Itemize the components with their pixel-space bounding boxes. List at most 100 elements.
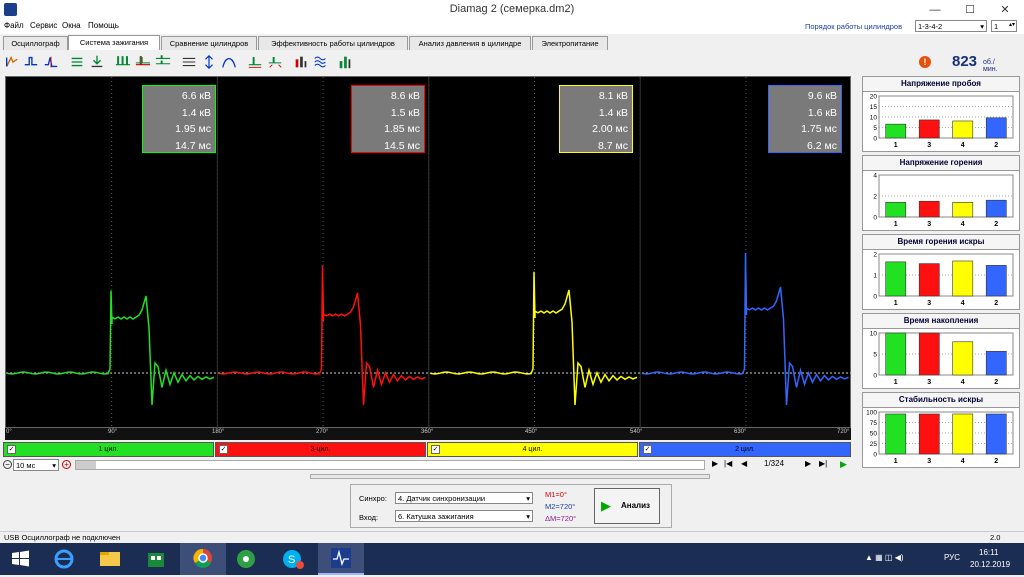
cylinder-checkbox[interactable]: ✓: [7, 445, 16, 454]
x-tick-label: 3: [927, 458, 931, 465]
tab-ignition-system[interactable]: Система зажигания: [68, 35, 160, 50]
info-box-cylinder-4: 8.1 кВ 1.4 кВ 2.00 мс 8.7 мс: [559, 85, 633, 153]
degree-label: 540°: [630, 429, 643, 435]
lines-icon[interactable]: [180, 53, 198, 71]
radio-app-icon[interactable]: [226, 545, 266, 573]
cylinder-toggle-2[interactable]: ✓ 2 цил.: [639, 442, 851, 457]
zoom-out-icon[interactable]: −: [3, 460, 12, 469]
cylinder-label: 2 цил.: [735, 446, 755, 453]
chevron-down-icon: ▾: [52, 461, 56, 470]
cylinder-checkbox[interactable]: ✓: [219, 445, 228, 454]
first-frame-icon[interactable]: |◀: [724, 459, 732, 468]
zoom-in-icon[interactable]: +: [62, 460, 71, 469]
tab-cylinder-efficiency[interactable]: Эффективность работы цилиндров: [258, 36, 408, 50]
cylinder-number-value: 1: [994, 22, 999, 31]
y-tick-label: 50: [870, 431, 878, 438]
clock-date[interactable]: 20.12.2019: [970, 560, 1010, 569]
scroll-right-icon[interactable]: ▶: [712, 459, 718, 468]
parade-view-icon[interactable]: [114, 53, 132, 71]
cylinder-toggle-4[interactable]: ✓ 4 цил.: [427, 442, 638, 457]
scrollbar-thumb[interactable]: [76, 461, 96, 469]
x-tick-label: 2: [994, 142, 998, 149]
tab-cylinder-pressure[interactable]: Анализ давления в цилиндре: [409, 36, 531, 50]
file-explorer-icon[interactable]: [90, 545, 130, 573]
analyze-button[interactable]: ▶ Анализ: [594, 488, 660, 524]
taskbar: S ▲ ▦ ◫ ◀) РУС 16:11 20.12.2019: [0, 543, 1024, 575]
skype-icon[interactable]: S: [272, 545, 312, 573]
burn-time: 1.85 мс: [384, 123, 420, 135]
cylinder-toggle-1[interactable]: ✓ 1 цил.: [3, 442, 214, 457]
chart-bar: [985, 265, 1007, 297]
x-tick-label: 1: [894, 142, 898, 149]
tab-cylinder-comparison[interactable]: Сравнение цилиндров: [161, 36, 257, 50]
y-tick-label: 100: [866, 410, 877, 417]
last-frame-icon[interactable]: ▶|: [819, 459, 827, 468]
spectrum-icon[interactable]: [312, 53, 330, 71]
clock-time[interactable]: 16:11: [979, 548, 998, 557]
x-tick-label: 3: [927, 142, 931, 149]
raster-view-icon[interactable]: [154, 53, 172, 71]
input-select[interactable]: 6. Катушка зажигания ▾: [395, 510, 533, 522]
maximize-button[interactable]: ☐: [955, 0, 985, 20]
cylinder-checkbox[interactable]: ✓: [431, 445, 440, 454]
panel-burn-voltage: Напряжение горения 4 2 0 1 3 4 2: [862, 155, 1020, 231]
store-icon[interactable]: [136, 545, 176, 573]
compare-icon[interactable]: [266, 53, 284, 71]
timebase-value: 10 мс: [16, 461, 36, 470]
tab-oscilloscope[interactable]: Осциллограф: [3, 36, 68, 50]
tab-power-supply[interactable]: Электропитание: [532, 36, 608, 50]
x-tick-label: 2: [994, 221, 998, 228]
y-tick-label: 0: [873, 215, 877, 222]
oscilloscope-display[interactable]: 6.6 кВ 1.4 кВ 1.95 мс 14.7 мс 8.6 кВ 1.5…: [5, 76, 852, 429]
chart-bar: [918, 263, 940, 297]
language-indicator[interactable]: РУС: [944, 553, 960, 562]
cursor-tool-icon[interactable]: [3, 53, 21, 71]
diamag-task[interactable]: [318, 543, 364, 575]
curve-icon[interactable]: [220, 53, 238, 71]
timebase-select[interactable]: 10 мс ▾: [13, 459, 59, 471]
scale-icon[interactable]: [200, 53, 218, 71]
overlay-view-icon[interactable]: [134, 53, 152, 71]
chevron-down-icon: ▾: [980, 22, 984, 31]
chrome-task[interactable]: [180, 543, 226, 575]
sync-select[interactable]: 4. Датчик синхронизации ▾: [395, 492, 533, 504]
internet-explorer-icon[interactable]: [44, 545, 84, 573]
timeline-scrollbar[interactable]: [75, 460, 705, 470]
menu-file[interactable]: Файл: [4, 21, 24, 30]
x-tick-label: 1: [894, 221, 898, 228]
y-tick-label: 75: [870, 420, 878, 427]
y-tick-label: 0: [873, 136, 877, 143]
play-icon: ▶: [601, 498, 611, 513]
x-tick-label: 1: [894, 379, 898, 386]
panel-burn-time: Время горения искры 2 1 0 1 3 4 2: [862, 234, 1020, 310]
cylinder-order-select[interactable]: 1-3-4-2 ▾: [915, 20, 987, 32]
prev-frame-icon[interactable]: ◀: [741, 459, 747, 468]
play-icon[interactable]: ▶: [840, 459, 847, 470]
measure-icon[interactable]: [246, 53, 264, 71]
chevron-down-icon: ▾: [526, 512, 530, 521]
y-tick-label: 2: [873, 194, 877, 201]
marker-tool-icon[interactable]: [42, 53, 60, 71]
minimize-button[interactable]: —: [920, 0, 950, 20]
cylinder-number-spinner[interactable]: 1 ▴▾: [991, 20, 1017, 32]
cylinder-label: 1 цил.: [98, 446, 119, 453]
chart-bar: [985, 413, 1007, 455]
statistics-icon[interactable]: [336, 53, 354, 71]
chart-bar: [918, 119, 940, 139]
cylinder-toggle-3[interactable]: ✓ 3 цил.: [215, 442, 426, 457]
marker-delta: ΔM=720°: [545, 514, 577, 523]
menu-windows[interactable]: Окна: [62, 21, 81, 30]
menu-help[interactable]: Помощь: [88, 21, 119, 30]
signal-tool-icon[interactable]: [22, 53, 40, 71]
menu-service[interactable]: Сервис: [30, 21, 57, 30]
windows-start-icon[interactable]: [0, 545, 40, 573]
tray-icons[interactable]: ▲ ▦ ◫ ◀): [865, 553, 904, 562]
invert-icon[interactable]: [68, 53, 86, 71]
bar-chart-icon[interactable]: [292, 53, 310, 71]
cylinder-checkbox[interactable]: ✓: [643, 445, 652, 454]
next-frame-icon[interactable]: ▶: [805, 459, 811, 468]
import-icon[interactable]: [88, 53, 106, 71]
x-tick-label: 4: [961, 300, 965, 307]
close-button[interactable]: ✕: [990, 0, 1020, 20]
panel-splitter[interactable]: [310, 474, 710, 479]
